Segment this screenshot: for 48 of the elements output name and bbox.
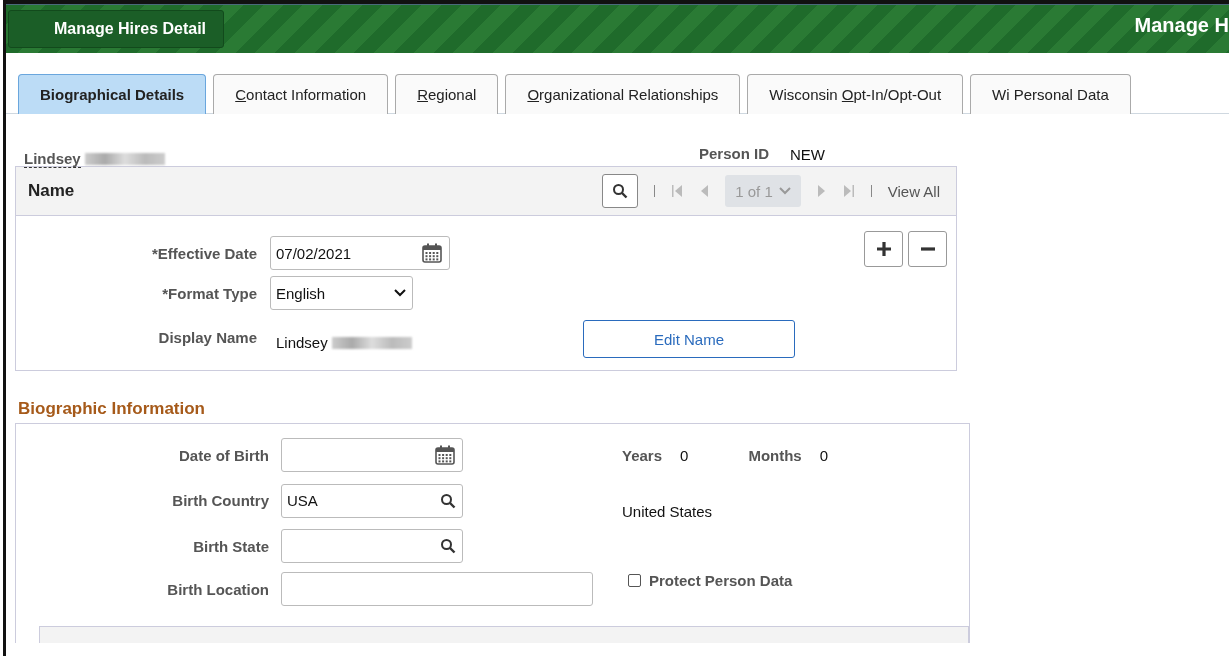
field-label: Date of Birth xyxy=(178,446,269,464)
tab[interactable]: Contact Information xyxy=(213,74,389,114)
country-name: United States xyxy=(622,503,713,520)
checkbox-label: Protect Person Data xyxy=(649,571,793,589)
search-icon[interactable] xyxy=(440,538,456,554)
person-id-label: Person ID xyxy=(699,144,770,162)
checkbox[interactable] xyxy=(628,573,641,587)
calendar-icon[interactable] xyxy=(421,243,443,263)
state-field[interactable] xyxy=(281,529,463,563)
date-field[interactable] xyxy=(281,438,463,472)
edit-name-button[interactable]: Edit Name xyxy=(583,320,795,358)
tab[interactable]: Organizational Relationships xyxy=(505,74,741,114)
field-label: Birth State xyxy=(192,537,269,555)
add-row-button[interactable] xyxy=(864,231,903,267)
display-name: Lindsey xyxy=(276,334,328,351)
months-label: Months xyxy=(748,446,802,464)
search-button[interactable] xyxy=(602,174,639,208)
field-label: *Effective Date xyxy=(150,244,257,262)
section-title: Name xyxy=(28,181,75,201)
country-field[interactable]: USA xyxy=(281,483,463,518)
tab[interactable]: Regional xyxy=(395,74,499,114)
months-value: 0 xyxy=(819,446,829,464)
field-label: Birth Country xyxy=(171,492,269,509)
tab[interactable]: Wisconsin Opt-In/Opt-Out xyxy=(747,74,964,114)
search-icon[interactable] xyxy=(440,492,456,509)
field-label: Display Name xyxy=(157,329,257,346)
delete-row-button[interactable] xyxy=(908,231,947,267)
location-field[interactable] xyxy=(281,572,593,606)
field-label: *Format Type xyxy=(161,284,257,302)
chevron-down-icon xyxy=(394,289,406,297)
separator-icon xyxy=(870,185,872,197)
separator-icon xyxy=(654,185,656,197)
format-dropdown[interactable]: English xyxy=(270,276,413,310)
section-title: Biographic Information xyxy=(18,399,206,419)
field-label: Birth Location xyxy=(166,580,269,598)
chevron-down-icon xyxy=(778,187,791,195)
person-id-value: NEW xyxy=(790,145,826,163)
date-field[interactable]: 07/02/2021 xyxy=(270,236,450,270)
view-all-link[interactable]: View All xyxy=(887,182,940,200)
years-value: 0 xyxy=(680,446,689,464)
search-icon xyxy=(612,183,629,199)
tab[interactable]: Biographical Details xyxy=(18,74,207,114)
years-label: Years xyxy=(622,446,663,464)
manage-hires-detail-button[interactable]: Manage Hires Detail xyxy=(8,10,225,48)
plus-icon xyxy=(875,241,892,257)
calendar-icon[interactable] xyxy=(434,445,456,465)
tab[interactable]: Wi Personal Data xyxy=(970,74,1131,114)
page-title: Manage H xyxy=(1134,13,1229,37)
